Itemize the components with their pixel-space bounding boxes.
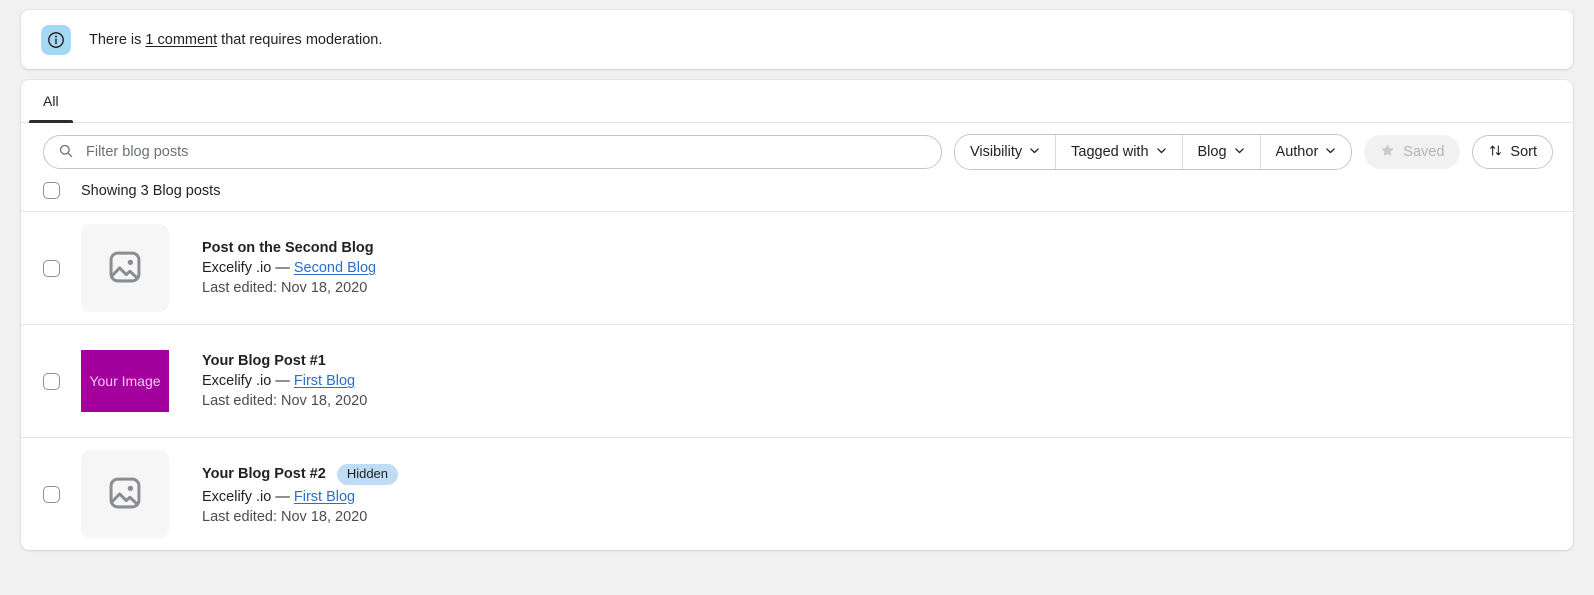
showing-count-label: Showing 3 Blog posts <box>81 182 221 199</box>
post-thumbnail-image: Your Image <box>81 350 169 412</box>
sort-button[interactable]: Sort <box>1472 135 1553 169</box>
post-last-edited: Last edited: Nov 18, 2020 <box>202 508 368 525</box>
post-meta: Excelify .io — First Blog <box>202 489 398 505</box>
search-field[interactable] <box>43 135 943 169</box>
table-row[interactable]: Your Blog Post #2 Hidden Excelify .io — … <box>21 437 1573 550</box>
star-icon <box>1380 143 1395 162</box>
post-title-line: Your Blog Post #1 <box>202 353 367 369</box>
banner-region: There is 1 comment that requires moderat… <box>0 0 1594 69</box>
post-thumbnail <box>81 224 169 312</box>
banner-text-before: There is <box>89 31 146 48</box>
filter-button-group: Visibility Tagged with Blog Author <box>954 134 1353 170</box>
saved-button-label: Saved <box>1403 144 1445 160</box>
chevron-down-icon <box>1029 144 1040 160</box>
post-author: Excelify .io <box>202 488 272 505</box>
post-thumbnail-label: Your Image <box>89 373 161 389</box>
saved-button[interactable]: Saved <box>1364 135 1461 169</box>
post-author: Excelify .io <box>202 373 272 389</box>
banner-text-after: that requires moderation. <box>217 31 383 48</box>
moderation-banner: There is 1 comment that requires moderat… <box>21 10 1573 69</box>
main-card-region: All Visibility <box>0 69 1594 550</box>
search-input[interactable] <box>86 144 928 160</box>
filter-visibility[interactable]: Visibility <box>955 135 1057 169</box>
sort-arrows-icon <box>1488 143 1503 162</box>
post-thumbnail <box>81 450 169 538</box>
post-blog-link[interactable]: First Blog <box>294 373 355 389</box>
select-all-row: Showing 3 Blog posts <box>21 179 1573 211</box>
post-title-line: Post on the Second Blog <box>202 240 376 256</box>
post-blog-link[interactable]: Second Blog <box>294 260 376 276</box>
post-title: Post on the Second Blog <box>202 240 374 256</box>
comment-link[interactable]: 1 comment <box>145 32 217 48</box>
chevron-down-icon <box>1234 144 1245 160</box>
blog-posts-card: All Visibility <box>21 80 1573 550</box>
tab-bar: All <box>21 80 1573 123</box>
filter-visibility-label: Visibility <box>970 144 1023 160</box>
filter-blog-label: Blog <box>1197 144 1227 160</box>
row-checkbox[interactable] <box>43 260 60 277</box>
filter-tagged-with-label: Tagged with <box>1071 144 1149 160</box>
select-all-checkbox[interactable] <box>43 182 60 199</box>
post-author: Excelify .io <box>202 260 272 276</box>
post-title: Your Blog Post #2 <box>202 466 326 482</box>
table-row[interactable]: Your Image Your Blog Post #1 Excelify .i… <box>21 324 1573 437</box>
post-info: Your Blog Post #1 Excelify .io — First B… <box>202 353 367 409</box>
sort-button-label: Sort <box>1510 144 1537 160</box>
post-blog-link[interactable]: First Blog <box>294 489 355 505</box>
image-placeholder-icon <box>106 474 144 515</box>
row-checkbox[interactable] <box>43 373 60 390</box>
info-circle-icon <box>41 24 71 55</box>
row-checkbox[interactable] <box>43 486 60 503</box>
filter-tagged-with[interactable]: Tagged with <box>1056 135 1183 169</box>
post-meta: Excelify .io — Second Blog <box>202 260 376 276</box>
banner-message: There is 1 comment that requires moderat… <box>89 30 382 50</box>
post-title-line: Your Blog Post #2 Hidden <box>202 463 399 485</box>
post-thumbnail: Your Image <box>81 337 169 425</box>
filter-blog[interactable]: Blog <box>1182 135 1261 169</box>
post-meta-separator: — <box>275 488 290 505</box>
tab-all-label: All <box>43 93 59 109</box>
post-info: Your Blog Post #2 Hidden Excelify .io — … <box>202 463 399 525</box>
table-row[interactable]: Post on the Second Blog Excelify .io — S… <box>21 211 1573 324</box>
filter-bar: Visibility Tagged with Blog <box>21 123 1573 179</box>
post-last-edited: Last edited: Nov 18, 2020 <box>202 280 368 296</box>
chevron-down-icon <box>1156 144 1167 160</box>
post-meta: Excelify .io — First Blog <box>202 373 367 389</box>
post-meta-separator: — <box>275 260 290 276</box>
status-badge: Hidden <box>336 463 399 485</box>
search-icon <box>58 143 74 162</box>
post-info: Post on the Second Blog Excelify .io — S… <box>202 240 376 296</box>
filter-author-label: Author <box>1275 144 1319 160</box>
chevron-down-icon <box>1325 144 1336 160</box>
post-meta-separator: — <box>275 373 290 389</box>
tab-all[interactable]: All <box>29 80 73 123</box>
filter-author[interactable]: Author <box>1260 135 1352 169</box>
post-last-edited: Last edited: Nov 18, 2020 <box>202 393 368 409</box>
post-title: Your Blog Post #1 <box>202 353 326 369</box>
image-placeholder-icon <box>106 248 144 289</box>
